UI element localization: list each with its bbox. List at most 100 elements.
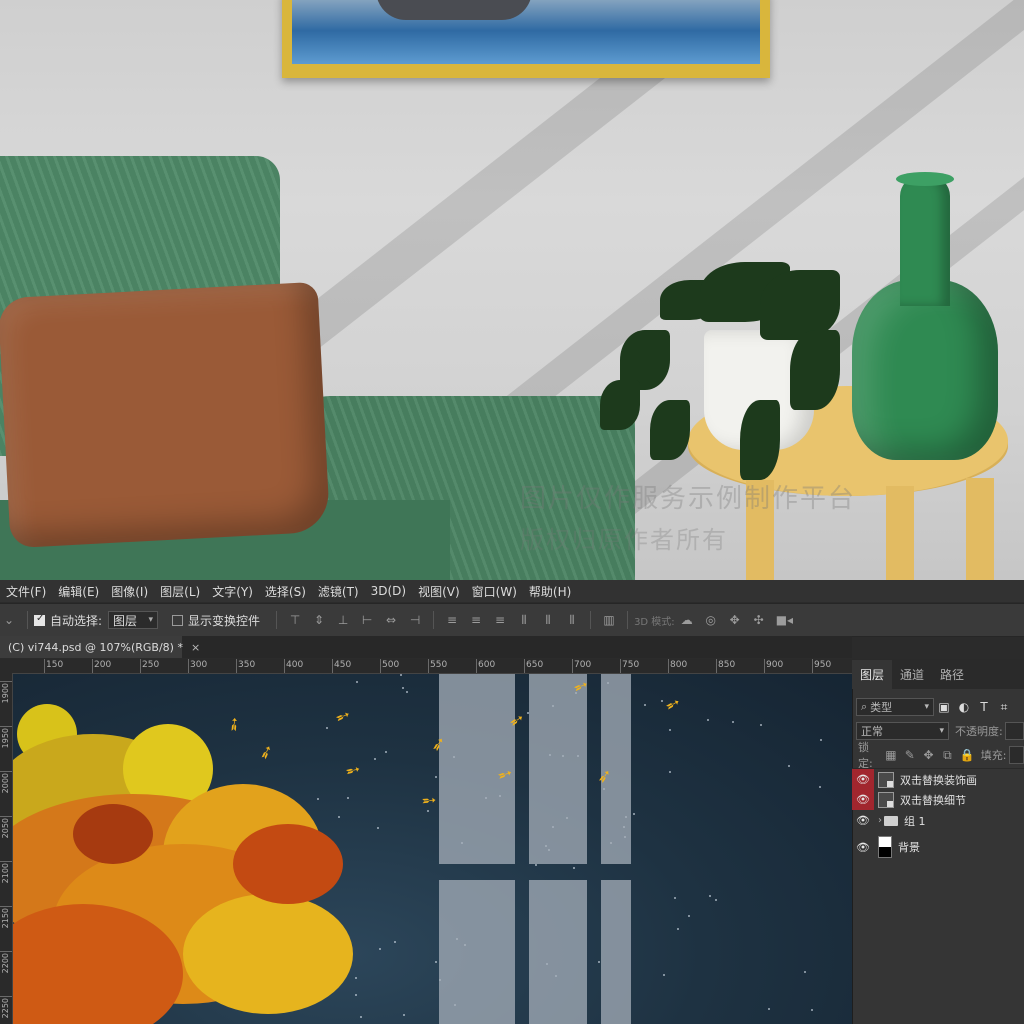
leather-pillow bbox=[0, 281, 331, 549]
filter-adjustment-icon[interactable]: ◐ bbox=[957, 700, 971, 714]
menu-filter[interactable]: 滤镜(T) bbox=[312, 583, 365, 600]
align-hcenter-icon[interactable]: ⇔ bbox=[384, 613, 398, 627]
star bbox=[355, 993, 358, 996]
distribute-left-icon[interactable]: ⦀ bbox=[517, 613, 531, 627]
eye-icon[interactable]: 👁 bbox=[852, 810, 874, 831]
table-leg bbox=[886, 486, 914, 580]
close-icon[interactable]: × bbox=[191, 641, 200, 654]
divider bbox=[433, 611, 435, 629]
align-vcenter-icon[interactable]: ⇕ bbox=[312, 613, 326, 627]
ruler-label: 250 bbox=[142, 660, 160, 670]
layer-filter-dropdown[interactable]: ⌕ 类型 ▾ bbox=[856, 698, 934, 716]
menu-image[interactable]: 图像(I) bbox=[105, 583, 154, 600]
document-tab[interactable]: (C) vi744.psd @ 107%(RGB/8) * × bbox=[0, 636, 200, 658]
align-bottom-icon[interactable]: ⊥ bbox=[336, 613, 350, 627]
ruler-tick bbox=[92, 659, 93, 673]
star bbox=[535, 863, 538, 866]
menu-layer[interactable]: 图层(L) bbox=[154, 583, 206, 600]
star bbox=[759, 724, 762, 727]
distribute-vcenter-icon[interactable]: ≡ bbox=[469, 613, 483, 627]
filter-shape-icon[interactable]: ⌗ bbox=[997, 700, 1011, 714]
roll-3d-icon[interactable]: ◎ bbox=[704, 613, 718, 627]
menu-window[interactable]: 窗口(W) bbox=[466, 583, 523, 600]
align-left-icon[interactable]: ⊢ bbox=[360, 613, 374, 627]
distribute-top-icon[interactable]: ≡ bbox=[445, 613, 459, 627]
window-pane bbox=[439, 880, 515, 1024]
vase-neck bbox=[900, 176, 950, 306]
menu-type[interactable]: 文字(Y) bbox=[206, 583, 259, 600]
lock-image-icon[interactable]: ✎ bbox=[903, 748, 916, 762]
chevron-right-icon[interactable]: › bbox=[878, 815, 882, 826]
filter-pixel-icon[interactable]: ▣ bbox=[937, 700, 951, 714]
auto-select-checkbox[interactable] bbox=[34, 613, 45, 626]
tab-channels[interactable]: 通道 bbox=[892, 666, 932, 689]
star bbox=[403, 1014, 406, 1017]
ruler-label: 2050 bbox=[1, 818, 10, 839]
align-right-icon[interactable]: ⊣ bbox=[408, 613, 422, 627]
divider bbox=[627, 611, 629, 629]
menu-help[interactable]: 帮助(H) bbox=[523, 583, 577, 600]
opacity-field[interactable] bbox=[1004, 722, 1024, 740]
canvas-artwork[interactable]: ➶ ➶ ➶ ➶ ➶ ➶ ➶ ➶ ➶ ➶ ➶ bbox=[13, 674, 852, 1024]
ruler-label: 1950 bbox=[1, 728, 10, 749]
fill-field[interactable] bbox=[1008, 746, 1024, 764]
slide-3d-icon[interactable]: ✣ bbox=[752, 613, 766, 627]
orbit-3d-icon[interactable]: ☁ bbox=[680, 613, 694, 627]
distribute-bottom-icon[interactable]: ≡ bbox=[493, 613, 507, 627]
lock-position-icon[interactable]: ✥ bbox=[922, 748, 935, 762]
star bbox=[354, 977, 357, 980]
auto-select-target-dropdown[interactable]: 图层 ▾ bbox=[108, 611, 159, 629]
tab-paths[interactable]: 路径 bbox=[932, 666, 972, 689]
star bbox=[434, 960, 437, 963]
star bbox=[687, 914, 690, 917]
menu-edit[interactable]: 编辑(E) bbox=[52, 583, 105, 600]
show-transform-label: 显示变换控件 bbox=[188, 613, 261, 628]
drag-3d-icon[interactable]: ✥ bbox=[728, 613, 742, 627]
tab-layers[interactable]: 图层 bbox=[852, 660, 893, 689]
watermark-text: 版权归原作者所有 bbox=[520, 526, 728, 554]
menu-file[interactable]: 文件(F) bbox=[0, 583, 52, 600]
layer-row[interactable]: 👁 背景 bbox=[852, 834, 1024, 860]
layer-row[interactable]: 👁 双击替换装饰画 bbox=[852, 768, 1024, 790]
ruler-label: 2200 bbox=[1, 953, 10, 974]
blend-mode-dropdown[interactable]: 正常 ▾ bbox=[856, 722, 950, 740]
show-transform-checkbox[interactable] bbox=[172, 614, 184, 626]
ruler-tick bbox=[0, 726, 12, 727]
ruler-label: 400 bbox=[286, 660, 304, 670]
ruler-tick bbox=[428, 659, 429, 673]
divider bbox=[590, 611, 592, 629]
layer-row[interactable]: 👁 双击替换细节 bbox=[852, 789, 1024, 810]
auto-align-icon[interactable]: ▥ bbox=[602, 613, 616, 627]
green-vase bbox=[852, 280, 998, 460]
layer-row[interactable]: 👁 › 组 1 bbox=[852, 810, 1024, 831]
ruler-tick bbox=[0, 681, 12, 682]
menu-view[interactable]: 视图(V) bbox=[412, 583, 466, 600]
chevron-down-icon: ▾ bbox=[924, 702, 929, 712]
star bbox=[632, 812, 635, 815]
eye-icon[interactable]: 👁 bbox=[852, 834, 874, 860]
layer-filter-row: ⌕ 类型 ▾ ▣ ◐ T ⌗ bbox=[852, 697, 1024, 717]
eye-icon[interactable]: 👁 bbox=[852, 769, 874, 790]
star bbox=[676, 928, 679, 931]
star bbox=[374, 758, 377, 761]
star bbox=[661, 700, 664, 703]
menu-3d[interactable]: 3D(D) bbox=[365, 584, 412, 598]
menu-select[interactable]: 选择(S) bbox=[259, 583, 312, 600]
distribute-hcenter-icon[interactable]: ⦀ bbox=[541, 613, 555, 627]
folder-icon bbox=[884, 815, 898, 826]
star bbox=[643, 703, 646, 706]
distribute-right-icon[interactable]: ⦀ bbox=[565, 613, 579, 627]
filter-type-icon[interactable]: T bbox=[977, 700, 991, 714]
star bbox=[400, 674, 403, 677]
lock-artboard-icon[interactable]: ⧉ bbox=[941, 748, 954, 762]
align-top-icon[interactable]: ⊤ bbox=[288, 613, 302, 627]
lock-all-icon[interactable]: 🔒 bbox=[960, 748, 975, 762]
star bbox=[673, 897, 676, 900]
lock-label: 锁定: bbox=[858, 741, 873, 770]
chevron-down-icon[interactable]: ⌄ bbox=[2, 613, 16, 627]
star bbox=[394, 940, 397, 943]
scale-3d-icon[interactable]: ■◂ bbox=[776, 613, 793, 627]
eye-icon[interactable]: 👁 bbox=[852, 789, 874, 810]
star bbox=[715, 899, 718, 902]
lock-transparent-icon[interactable]: ▦ bbox=[885, 748, 898, 762]
